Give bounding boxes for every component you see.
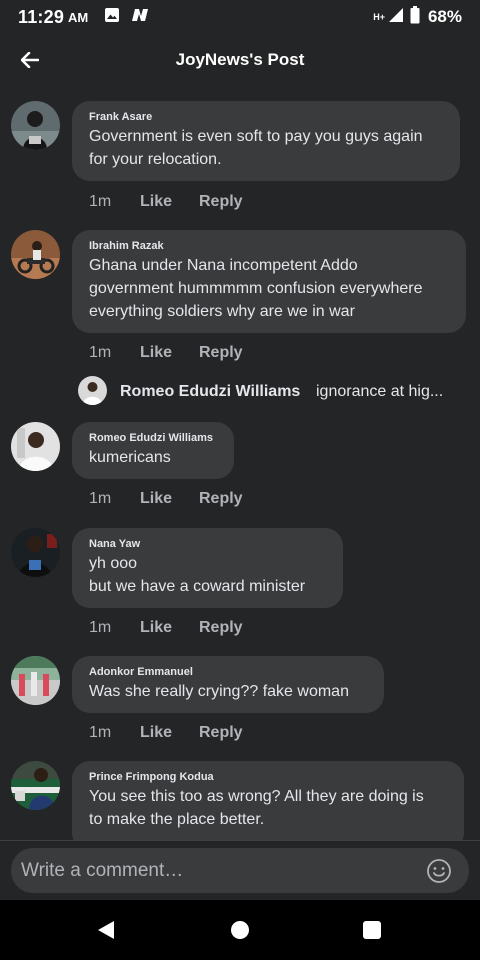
comment-actions: 1m Like Reply	[89, 344, 243, 362]
back-arrow-icon	[21, 52, 39, 68]
comment-time: 1m	[89, 724, 112, 741]
avatar[interactable]	[11, 230, 60, 279]
n-app-icon	[130, 7, 150, 28]
nav-recents-button[interactable]	[361, 919, 383, 941]
system-nav-bar	[0, 900, 480, 960]
comment-text: yh ooo but we have a coward minister	[89, 555, 306, 595]
comment-author[interactable]: Prince Frimpong Kodua	[89, 771, 448, 783]
reply-author[interactable]: Romeo Edudzi Williams	[120, 383, 300, 401]
battery-icon	[410, 5, 420, 29]
emoji-button[interactable]	[426, 858, 452, 884]
comment-bubble[interactable]: Prince Frimpong Kodua You see this too a…	[72, 761, 464, 840]
reply-preview[interactable]: Romeo Edudzi Williams ignorance at hig..…	[0, 376, 480, 410]
status-bar: 11:29 AM H+ 68%	[0, 0, 480, 34]
avatar[interactable]	[11, 656, 60, 705]
status-right: H+ 68%	[373, 5, 462, 29]
comment-text: You see this too as wrong? All they are …	[89, 788, 424, 828]
page-title: JoyNews's Post	[175, 50, 305, 69]
comment-bubble[interactable]: Adonkor Emmanuel Was she really crying??…	[72, 656, 384, 713]
comment-actions: 1m Like Reply	[89, 490, 243, 508]
nav-back-button[interactable]	[95, 919, 117, 941]
reply-snippet: ignorance at hig...	[316, 383, 444, 400]
reply-button[interactable]: Reply	[199, 724, 243, 742]
avatar[interactable]	[11, 528, 60, 577]
comment-time: 1m	[89, 490, 112, 507]
reply-button[interactable]: Reply	[199, 490, 243, 508]
status-ampm: AM	[68, 9, 89, 25]
comment-author[interactable]: Ibrahim Razak	[89, 240, 450, 252]
comment-author[interactable]: Adonkor Emmanuel	[89, 666, 368, 678]
like-button[interactable]: Like	[140, 619, 199, 637]
comment-time: 1m	[89, 193, 112, 210]
avatar	[78, 376, 107, 405]
comment-actions: 1m Like Reply	[89, 619, 243, 637]
app-header: JoyNews's Post	[0, 34, 480, 86]
comment-author[interactable]: Frank Asare	[89, 111, 444, 123]
comment-input[interactable]	[11, 848, 469, 893]
avatar[interactable]	[11, 422, 60, 471]
comment-bubble[interactable]: Nana Yaw yh ooo but we have a coward min…	[72, 528, 343, 608]
comment-text: kumericans	[89, 449, 171, 466]
signal-icon	[388, 7, 404, 28]
network-type: H+	[373, 11, 385, 22]
comments-list: Frank Asare Government is even soft to p…	[0, 86, 480, 840]
comment-time: 1m	[89, 344, 112, 361]
comment-author[interactable]: Romeo Edudzi Williams	[89, 432, 218, 444]
like-button[interactable]: Like	[140, 490, 199, 508]
nav-home-button[interactable]	[229, 919, 251, 941]
avatar[interactable]	[11, 101, 60, 150]
battery-percent: 68%	[427, 7, 462, 26]
like-button[interactable]: Like	[140, 344, 199, 362]
comment-time: 1m	[89, 619, 112, 636]
status-time: 11:29	[18, 6, 65, 27]
recents-square-icon	[363, 921, 381, 939]
like-button[interactable]: Like	[140, 724, 199, 742]
comment-bubble[interactable]: Ibrahim Razak Ghana under Nana incompete…	[72, 230, 466, 333]
comment-composer	[0, 840, 480, 900]
comment-bubble[interactable]: Frank Asare Government is even soft to p…	[72, 101, 460, 181]
reply-button[interactable]: Reply	[199, 619, 243, 637]
emoji-icon	[427, 859, 451, 883]
back-triangle-icon	[98, 921, 114, 939]
comment-actions: 1m Like Reply	[89, 724, 243, 742]
reply-button[interactable]: Reply	[199, 344, 243, 362]
avatar[interactable]	[11, 761, 60, 810]
comment-text: Was she really crying?? fake woman	[89, 683, 349, 700]
comment-text: Government is even soft to pay you guys …	[89, 128, 423, 168]
back-button[interactable]	[18, 48, 42, 72]
reply-button[interactable]: Reply	[199, 193, 243, 211]
comment-text: Ghana under Nana incompetent Addo govern…	[89, 257, 423, 320]
image-icon	[104, 7, 120, 28]
home-circle-icon	[231, 921, 249, 939]
comment-author[interactable]: Nana Yaw	[89, 538, 327, 550]
comment-actions: 1m Like Reply	[89, 193, 243, 211]
like-button[interactable]: Like	[140, 193, 199, 211]
comment-bubble[interactable]: Romeo Edudzi Williams kumericans	[72, 422, 234, 479]
